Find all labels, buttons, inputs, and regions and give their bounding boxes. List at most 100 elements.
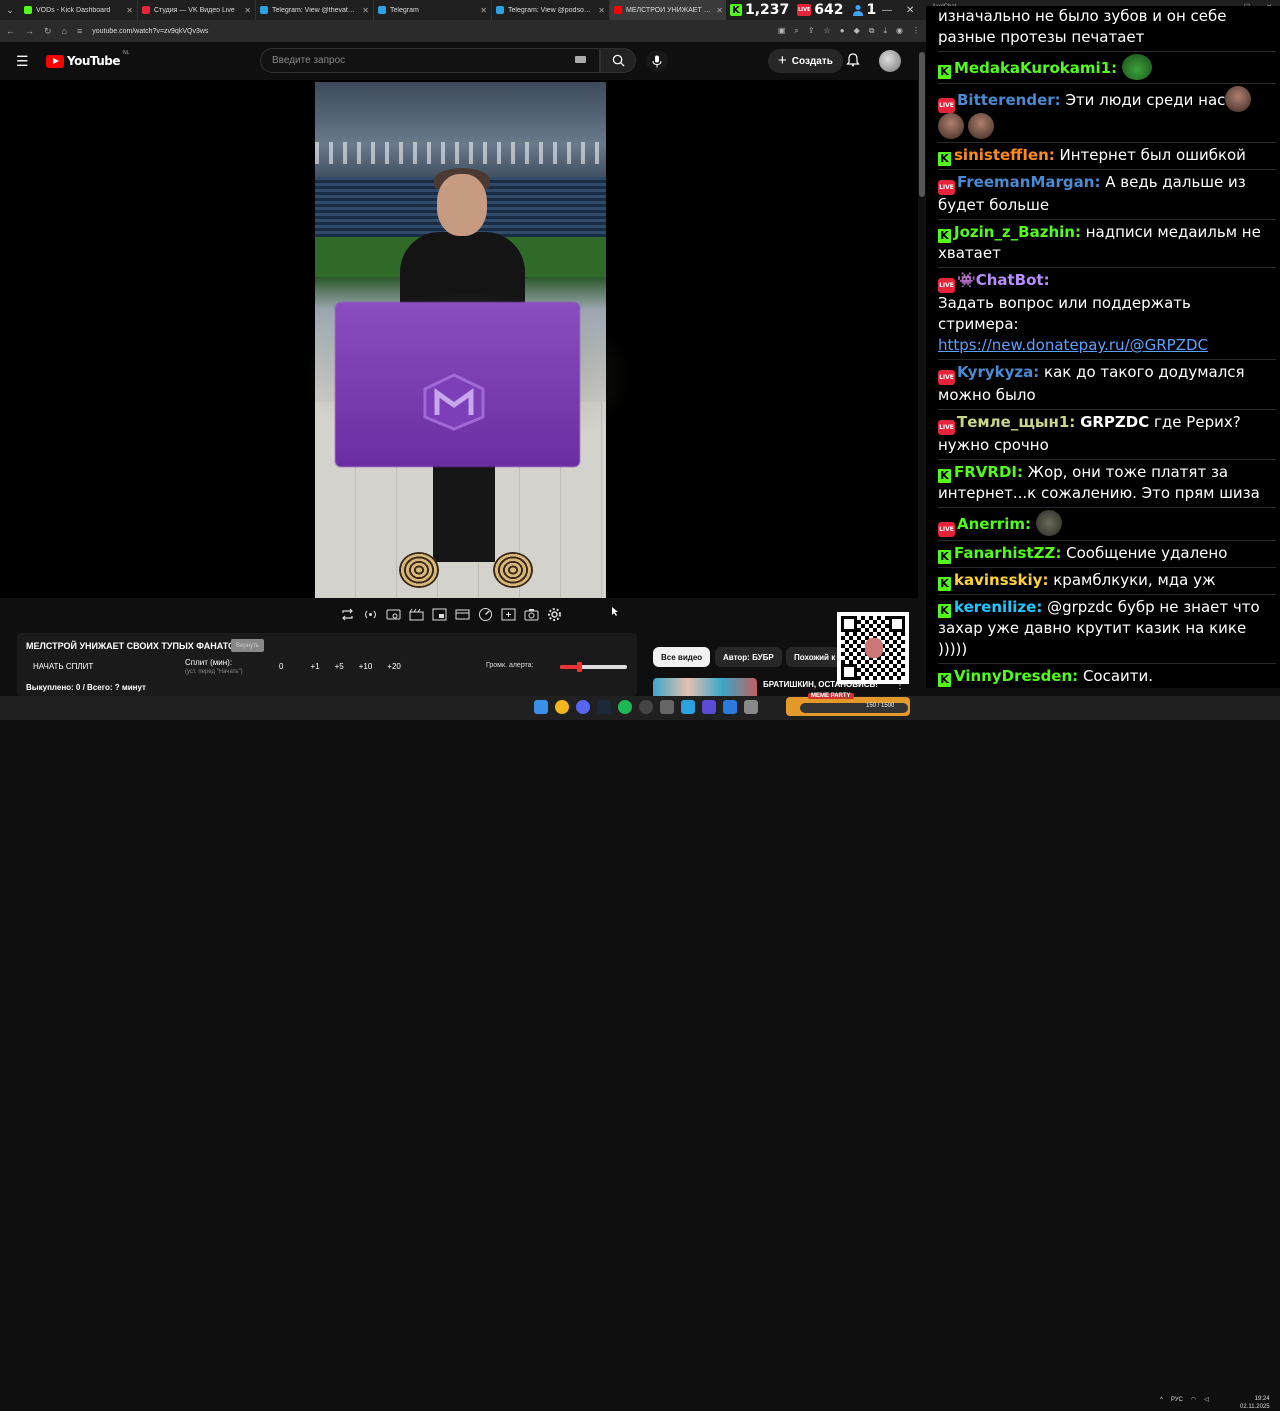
page-scrollbar-thumb[interactable] (919, 52, 925, 197)
chrome-icon[interactable] (555, 700, 569, 714)
discord-icon[interactable] (576, 700, 590, 714)
more-options-icon[interactable]: ⋮ (895, 680, 905, 691)
extensions-puzzle-icon[interactable]: ⧉ (869, 26, 875, 36)
close-window-icon[interactable]: ✕ (906, 5, 914, 16)
tab-close-icon[interactable]: ✕ (244, 6, 251, 15)
add-frame-icon[interactable] (501, 607, 516, 622)
media-player-icon[interactable] (702, 700, 716, 714)
broadcast-icon[interactable] (363, 607, 378, 622)
tab-close-icon[interactable]: ✕ (598, 6, 605, 15)
app-icon[interactable] (660, 700, 674, 714)
chat-nickname[interactable]: kerenilize: (954, 598, 1042, 616)
add-1-button[interactable]: +1 (310, 662, 319, 671)
return-chip[interactable]: Вернуть (231, 639, 264, 652)
chat-nickname[interactable]: MedakaKurokami1: (954, 59, 1117, 77)
add-20-button[interactable]: +20 (387, 662, 401, 671)
minimize-icon[interactable]: — (882, 5, 892, 16)
alert-volume-slider[interactable] (560, 662, 627, 672)
obs-icon[interactable] (639, 700, 653, 714)
volume-icon[interactable]: ◁ (1204, 1396, 1209, 1403)
tab-close-icon[interactable]: ✕ (126, 6, 133, 15)
windows-start-icon[interactable] (534, 700, 548, 714)
menu-dots-icon[interactable]: ⋮ (912, 26, 920, 36)
back-icon[interactable]: ← (6, 26, 15, 36)
theater-mode-icon[interactable] (455, 607, 470, 622)
zoom-icon[interactable]: ⌕ (794, 26, 798, 36)
chat-nickname[interactable]: Bitterender: (957, 91, 1061, 109)
home-icon[interactable]: ⌂ (62, 26, 67, 36)
camera-icon[interactable] (524, 607, 539, 622)
clapper-icon[interactable] (409, 607, 424, 622)
screenshot-eye-icon[interactable] (386, 607, 401, 622)
search-button[interactable] (600, 48, 636, 73)
keyboard-icon[interactable] (575, 56, 586, 63)
chat-nickname[interactable]: Anerrim: (957, 515, 1031, 533)
bookmark-icon[interactable]: ☆ (824, 26, 831, 36)
melstroy-logo-icon (423, 373, 485, 431)
speed-gauge-icon[interactable] (478, 607, 493, 622)
search-input[interactable] (260, 48, 600, 73)
youtube-logo[interactable]: YouTube NL (46, 50, 129, 68)
extension-icon[interactable]: ● (840, 26, 845, 36)
split-hint: (уст. перед "Начать") (185, 669, 243, 675)
hamburger-menu-icon[interactable]: ☰ (16, 53, 32, 70)
tab-close-icon[interactable]: ✕ (716, 6, 723, 15)
downloads-icon[interactable]: ⤓ (883, 26, 887, 36)
browser-tab[interactable]: МЕЛСТРОЙ УНИЖАЕТ СВОИ…✕ (610, 0, 728, 20)
recommended-video-title[interactable]: БРАТИШКИН, ОСТАНОВИСЬ! (763, 680, 878, 689)
chat-nickname[interactable]: Kyrykyza: (957, 363, 1039, 381)
wifi-icon[interactable]: ◠ (1191, 1396, 1196, 1403)
chat-nickname[interactable]: ChatBot: (976, 271, 1050, 289)
tab-close-icon[interactable]: ✕ (480, 6, 487, 15)
loop-icon[interactable] (340, 607, 355, 622)
tab-search-icon[interactable]: ⌄ (0, 0, 20, 20)
chat-nickname[interactable]: Темле_щын1: (957, 413, 1075, 431)
site-info-icon[interactable]: ≡ (77, 26, 82, 36)
cast-icon[interactable]: ▣ (778, 26, 786, 36)
add-5-button[interactable]: +5 (335, 662, 344, 671)
account-avatar[interactable] (879, 50, 901, 72)
url-field[interactable]: youtube.com/watch?v=zv9qkVQv3ws (92, 28, 768, 35)
tray-chevron-icon[interactable]: ^ (1160, 1397, 1163, 1403)
chat-nickname[interactable]: FanarhistZZ: (954, 544, 1061, 562)
forward-icon[interactable]: → (25, 26, 34, 36)
browser-tab[interactable]: Студия — VK Видео Live ✕ (138, 0, 256, 20)
chat-nickname[interactable]: sinisteffIen: (954, 146, 1055, 164)
voice-search-button[interactable] (646, 50, 668, 72)
split-value[interactable]: 0 (279, 662, 283, 671)
chip-similar[interactable]: Похожий к (786, 647, 844, 667)
chat-nickname[interactable]: FreemanMargan: (957, 173, 1100, 191)
telegram-icon[interactable] (681, 700, 695, 714)
chat-nickname[interactable]: Jozin_z_Bazhin: (954, 223, 1081, 241)
spotify-icon[interactable] (618, 700, 632, 714)
language-indicator[interactable]: РУС (1171, 1397, 1183, 1403)
taskbar-clock[interactable]: 19:24 02.11.2025 (1240, 1395, 1270, 1411)
picture-in-picture-icon[interactable] (432, 607, 447, 622)
create-button[interactable]: + Создать (768, 49, 843, 73)
browser-tab[interactable]: Telegram: View @podsos_club✕ (492, 0, 610, 20)
notifications-bell-icon[interactable] (846, 53, 860, 67)
chat-nickname[interactable]: VinnyDresden: (954, 667, 1078, 685)
browser-tab[interactable]: Telegram ✕ (374, 0, 492, 20)
chat-nickname[interactable]: FRVRDI: (954, 463, 1023, 481)
reload-icon[interactable]: ↻ (44, 26, 52, 37)
extension-icon-2[interactable]: ◆ (854, 26, 860, 36)
alert-volume-thumb[interactable] (576, 662, 582, 672)
messenger-icon[interactable] (723, 700, 737, 714)
chip-all-videos[interactable]: Все видео (653, 647, 711, 667)
recommended-video-thumbnail[interactable] (653, 678, 757, 696)
settings-gear-icon[interactable] (547, 607, 562, 622)
video-player[interactable] (0, 80, 920, 598)
profile-icon[interactable]: ◉ (896, 26, 903, 36)
add-10-button[interactable]: +10 (359, 662, 373, 671)
start-split-button[interactable]: НАЧАТЬ СПЛИТ (33, 662, 93, 671)
share-icon[interactable]: ⇪ (808, 26, 815, 36)
browser-tab[interactable]: Telegram: View @thevatnick ✕ (256, 0, 374, 20)
donate-link[interactable]: https://new.donatepay.ru/@GRPZDC (938, 336, 1208, 354)
chat-nickname[interactable]: kavinsskiy: (954, 571, 1048, 589)
tool-icon[interactable] (744, 700, 758, 714)
tab-close-icon[interactable]: ✕ (362, 6, 369, 15)
browser-tab[interactable]: VODs - Kick Dashboard ✕ (20, 0, 138, 20)
chip-author[interactable]: Автор: БУБР (715, 647, 782, 667)
steam-icon[interactable] (597, 700, 611, 714)
